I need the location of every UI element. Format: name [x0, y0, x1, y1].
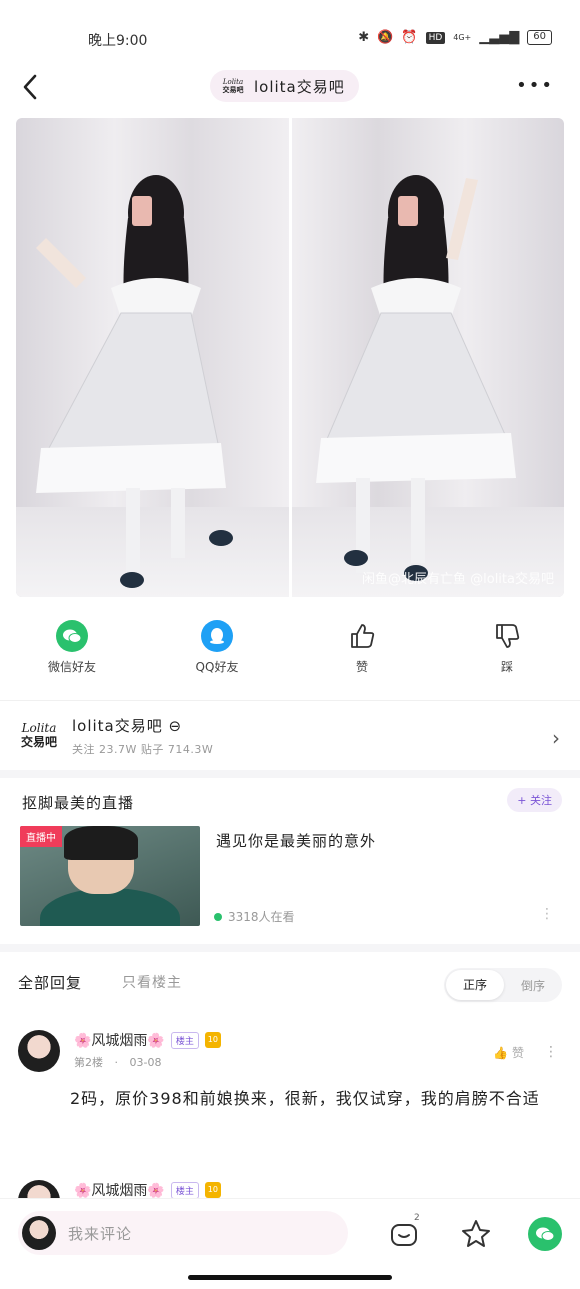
thumbs-up-icon: [346, 620, 378, 652]
post-photo[interactable]: 闲鱼@北辰有亡鱼 @lolita交易吧: [16, 118, 564, 597]
tab-all-replies[interactable]: 全部回复: [18, 972, 82, 993]
order-asc-button[interactable]: 正序: [446, 970, 504, 1000]
photo-divider: [289, 118, 292, 597]
reply-floor: 第2楼: [74, 1056, 103, 1069]
forum-info-logo-top: Lolita: [21, 721, 57, 735]
battery-indicator: 60: [527, 30, 552, 45]
status-icons: ✱ 🔕 ⏰ HD 4G+ ▁▃▅▇ 60: [358, 30, 552, 45]
reply-author: 🌸风城烟雨🌸 楼主 10: [74, 1180, 221, 1198]
chevron-right-icon: ›: [552, 726, 560, 750]
owner-tag: 楼主: [170, 1031, 199, 1049]
live-viewers-text: 3318人在看: [228, 910, 295, 924]
forum-logo-bottom: 交易吧: [222, 85, 244, 94]
forum-title: lolita交易吧: [254, 77, 345, 96]
live-dot-icon: [214, 912, 222, 921]
status-bar: 晚上9:00 ✱ 🔕 ⏰ HD 4G+ ▁▃▅▇ 60: [0, 0, 580, 58]
qq-icon: [201, 620, 233, 652]
like-label: 赞: [355, 660, 368, 674]
verified-icon: ⊖: [168, 717, 183, 735]
share-wechat-label: 微信好友: [47, 660, 96, 674]
signal-icon: ▁▃▅▇: [479, 30, 520, 45]
level-badge: 10: [204, 1182, 221, 1198]
wechat-icon: [536, 1227, 555, 1241]
live-section-title: 抠脚最美的直播: [22, 794, 135, 812]
forum-info-logo: Lolita 交易吧: [18, 721, 60, 749]
back-arrow-icon: [23, 74, 37, 100]
avatar[interactable]: [18, 1180, 60, 1198]
live-badge: 直播中: [20, 826, 62, 847]
section-gap: [0, 944, 580, 952]
bluetooth-icon: ✱: [358, 30, 370, 45]
comment-placeholder: 我来评论: [68, 1224, 133, 1243]
avatar[interactable]: [18, 1030, 60, 1072]
thumbs-up-icon: 👍: [493, 1046, 509, 1060]
reply-text: 2码，原价398和前娘换来，很新，我仅试穿，我的肩膀不合适: [70, 1089, 540, 1108]
forum-title-pill[interactable]: Lolita 交易吧 lolita交易吧: [210, 70, 359, 102]
avatar: [22, 1216, 56, 1250]
hd-icon: HD: [425, 31, 446, 44]
bottom-bar: 我来评论 2: [0, 1198, 580, 1289]
level-badge: 10: [204, 1032, 221, 1048]
dislike-label: 踩: [500, 660, 513, 674]
alarm-icon: ⏰: [401, 30, 418, 45]
back-button[interactable]: [18, 72, 44, 102]
live-section: 抠脚最美的直播 + 关注 直播中 遇见你是最美丽的意外 3318人在看 ⋮: [0, 778, 580, 944]
order-toggle: 正序 倒序: [444, 968, 562, 1002]
order-desc-button[interactable]: 倒序: [504, 977, 562, 994]
mute-icon: 🔕: [377, 30, 394, 45]
share-qq-button[interactable]: QQ好友: [167, 620, 267, 675]
live-thumb-hair: [64, 826, 138, 860]
reply-more-icon[interactable]: ⋮: [544, 1044, 558, 1060]
reply-post: 🌸风城烟雨🌸 楼主 10 第2楼 · 03-08 👍 赞 ⋮ 2码，原价398和…: [0, 1020, 580, 1160]
status-time: 晚上9:00: [88, 33, 148, 49]
live-more-icon[interactable]: ⋮: [540, 906, 554, 922]
follow-button[interactable]: + 关注: [507, 788, 562, 812]
reply-meta: 第2楼 · 03-08: [74, 1056, 162, 1069]
share-qq-label: QQ好友: [195, 660, 239, 674]
photo-watermark: 闲鱼@北辰有亡鱼 @lolita交易吧: [362, 572, 554, 587]
wechat-icon: [56, 620, 88, 652]
tab-owner-only[interactable]: 只看楼主: [122, 972, 182, 992]
forum-info-name-text: lolita交易吧: [72, 717, 163, 735]
wechat-share-button[interactable]: [528, 1217, 562, 1251]
replies-header: 全部回复 只看楼主 正序 倒序: [0, 952, 580, 1012]
top-bar: Lolita 交易吧 lolita交易吧 •••: [0, 58, 580, 116]
favorite-button[interactable]: [459, 1217, 493, 1251]
comment-input[interactable]: 我来评论: [18, 1211, 348, 1255]
network-label: 4G+: [453, 33, 472, 42]
reply-author-name[interactable]: 🌸风城烟雨🌸: [74, 1180, 165, 1198]
thumbs-down-icon: [491, 620, 523, 652]
home-indicator: [188, 1275, 392, 1280]
section-gap: [0, 770, 580, 778]
dislike-button[interactable]: 踩: [457, 620, 557, 675]
share-row: 微信好友 QQ好友 赞 踩: [0, 612, 580, 692]
reply-author-name[interactable]: 🌸风城烟雨🌸: [74, 1030, 165, 1050]
comments-button[interactable]: 2: [388, 1213, 422, 1251]
star-icon: [462, 1220, 490, 1247]
reply-like-label: 赞: [511, 1046, 524, 1060]
live-viewers: 3318人在看: [214, 908, 295, 925]
forum-info-row[interactable]: Lolita 交易吧 lolita交易吧 ⊖ 关注 23.7W 贴子 714.3…: [0, 700, 580, 770]
owner-tag: 楼主: [170, 1181, 199, 1198]
share-wechat-button[interactable]: 微信好友: [22, 620, 122, 675]
reply-date: 03-08: [129, 1056, 162, 1069]
forum-info-stats: 关注 23.7W 贴子 714.3W: [72, 743, 214, 756]
forum-logo: Lolita 交易吧: [220, 78, 246, 94]
reply-like-button[interactable]: 👍 赞: [493, 1044, 524, 1061]
live-title[interactable]: 遇见你是最美丽的意外: [216, 830, 376, 851]
more-options-button[interactable]: •••: [516, 75, 554, 96]
forum-info-name: lolita交易吧 ⊖: [72, 715, 182, 736]
live-thumbnail[interactable]: 直播中: [20, 826, 200, 926]
reply-author: 🌸风城烟雨🌸 楼主 10: [74, 1030, 221, 1050]
comment-count: 2: [414, 1213, 420, 1223]
forum-info-logo-bottom: 交易吧: [20, 735, 57, 749]
reply-post: 🌸风城烟雨🌸 楼主 10: [0, 1170, 580, 1198]
like-button[interactable]: 赞: [312, 620, 412, 675]
